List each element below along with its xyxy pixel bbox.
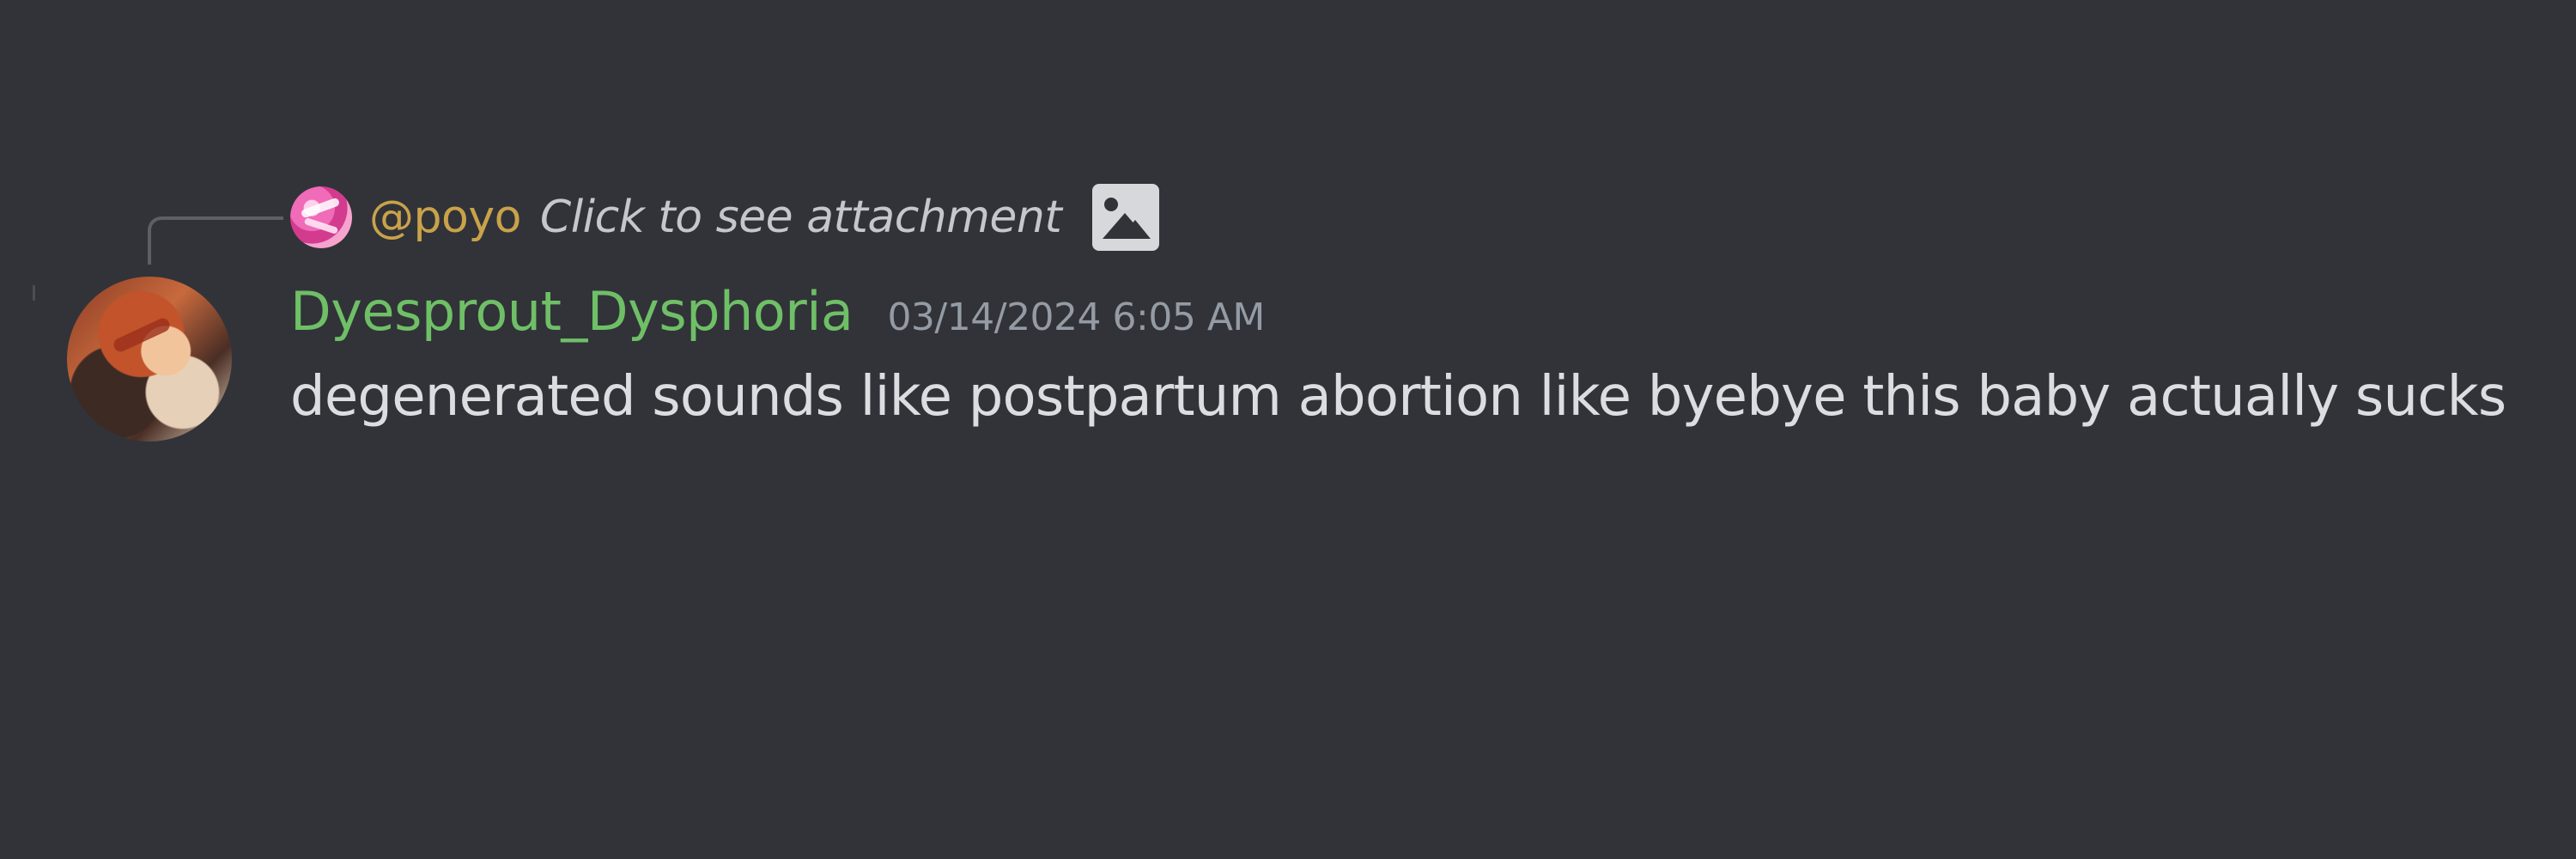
image-icon: [1092, 184, 1160, 251]
message-header: Dyesprout_Dysphoria 03/14/2024 6:05 AM: [290, 280, 1265, 343]
message-edge-marker: [33, 285, 35, 301]
message-item[interactable]: @poyo Click to see attachment Dyesprout_…: [0, 0, 2576, 859]
message-timestamp[interactable]: 03/14/2024 6:05 AM: [887, 295, 1265, 339]
chat-area: @poyo Click to see attachment Dyesprout_…: [0, 0, 2576, 859]
reply-mention[interactable]: @poyo: [369, 192, 521, 243]
username[interactable]: Dyesprout_Dysphoria: [290, 280, 854, 343]
reply-reference[interactable]: @poyo Click to see attachment: [290, 183, 1160, 252]
reply-avatar[interactable]: [290, 186, 352, 248]
reply-preview-text[interactable]: Click to see attachment: [540, 192, 1062, 243]
message-content: degenerated sounds like postpartum abort…: [290, 365, 2506, 429]
reply-connector-line: [148, 216, 283, 265]
avatar[interactable]: [67, 277, 232, 442]
